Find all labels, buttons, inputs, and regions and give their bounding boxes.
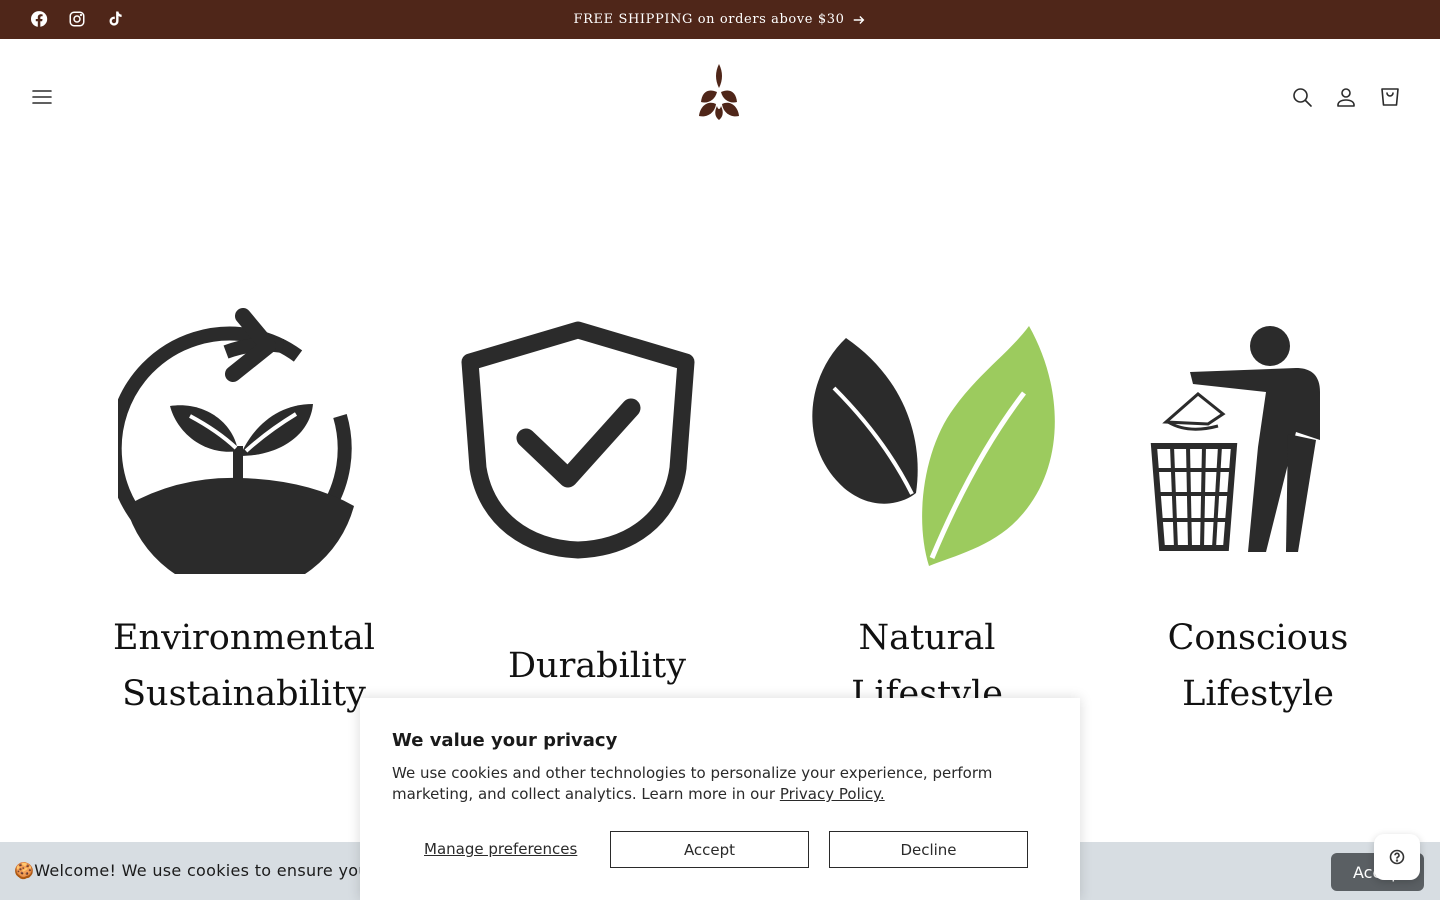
account-icon[interactable] xyxy=(1332,83,1360,111)
privacy-modal: We value your privacy We use cookies and… xyxy=(360,698,1080,900)
arrow-right-icon xyxy=(854,15,865,24)
feature-title-line: Conscious xyxy=(1167,618,1349,658)
wheat-leaf-logo[interactable] xyxy=(696,62,742,120)
feature-title-durability: Durability xyxy=(447,638,747,694)
accept-button[interactable]: Accept xyxy=(610,831,809,868)
feature-title-line: Lifestyle xyxy=(1182,674,1334,714)
privacy-policy-link[interactable]: Privacy Policy. xyxy=(780,785,885,803)
privacy-modal-title: We value your privacy xyxy=(392,730,618,751)
help-icon xyxy=(1389,849,1405,865)
feature-title-line: Durability xyxy=(507,646,687,686)
search-icon[interactable] xyxy=(1288,83,1316,111)
help-button[interactable] xyxy=(1374,834,1420,880)
cookie-banner-text: 🍪Welcome! We use cookies to ensure you h… xyxy=(14,861,404,880)
menu-icon[interactable] xyxy=(28,83,56,111)
feature-title-line: Environmental xyxy=(113,618,375,658)
feature-title-line: Natural xyxy=(858,618,996,658)
announcement-text: FREE SHIPPING on orders above $30 xyxy=(573,12,845,27)
feature-title-conscious: Conscious Lifestyle xyxy=(1108,610,1408,722)
cart-icon[interactable] xyxy=(1376,83,1404,111)
feature-title-line: Sustainability xyxy=(122,674,366,714)
cookie-banner-message: Welcome! We use cookies to ensure you ha… xyxy=(34,861,405,880)
privacy-modal-text: We use cookies and other technologies to… xyxy=(392,764,993,803)
feature-title-sustainability: Environmental Sustainability xyxy=(94,610,394,722)
sprout-cycle-icon xyxy=(118,308,354,574)
trash-disposal-icon xyxy=(1150,326,1320,552)
shield-check-icon xyxy=(461,321,695,559)
announcement-link[interactable]: FREE SHIPPING on orders above $30 xyxy=(0,0,1440,39)
privacy-modal-body: We use cookies and other technologies to… xyxy=(392,763,1032,805)
manage-preferences-link[interactable]: Manage preferences xyxy=(424,840,577,858)
leaves-icon xyxy=(812,326,1055,566)
decline-button[interactable]: Decline xyxy=(829,831,1028,868)
announcement-bar: FREE SHIPPING on orders above $30 xyxy=(0,0,1440,39)
cookie-icon: 🍪 xyxy=(14,861,35,880)
